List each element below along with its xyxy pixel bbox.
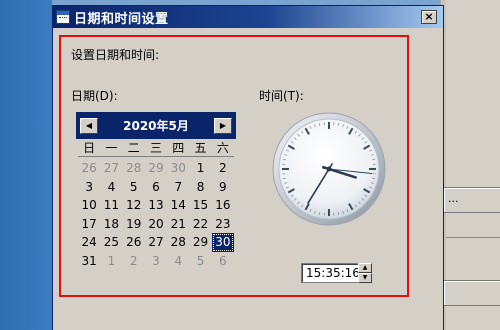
calendar-day[interactable]: 14 (167, 196, 189, 215)
group-label: 设置日期和时间: (71, 48, 160, 62)
calendar-day[interactable]: 3 (78, 178, 100, 197)
date-label: 日期(D): (71, 89, 118, 103)
weekday-label: 四 (172, 141, 185, 155)
calendar-icon (56, 10, 70, 24)
calendar-header: ◀ 2020年5月 ▶ (76, 112, 236, 139)
spin-up-button[interactable]: ▲ (358, 263, 372, 273)
calendar-day[interactable]: 12 (123, 196, 145, 215)
calendar-day[interactable]: 18 (100, 215, 122, 234)
datetime-dialog: 日期和时间设置 × 设置日期和时间: 日期(D): 时间(T): ◀ 2020年… (52, 5, 444, 330)
time-spinner[interactable]: ▲ ▼ (358, 263, 372, 283)
calendar-day[interactable]: 9 (212, 178, 234, 197)
time-label: 时间(T): (259, 89, 304, 103)
calendar-day[interactable]: 2 (123, 252, 145, 271)
calendar-day[interactable]: 23 (212, 215, 234, 234)
calendar-day[interactable]: 10 (78, 196, 100, 215)
calendar-day[interactable]: 29 (145, 159, 167, 178)
spin-down-button[interactable]: ▼ (358, 273, 372, 283)
date-time-group: 设置日期和时间: 日期(D): 时间(T): ◀ 2020年5月 ▶ 日一二三四… (59, 35, 409, 297)
calendar-day[interactable]: 16 (212, 196, 234, 215)
calendar-day[interactable]: 29 (189, 233, 211, 252)
calendar-day[interactable]: 28 (167, 233, 189, 252)
weekday-label: 二 (127, 141, 140, 155)
clock-face (272, 112, 386, 226)
calendar-day[interactable]: 5 (123, 178, 145, 197)
calendar-days: 26 27 28 29 30 1 2 3 4 5 6 7 8 9 10 11 12 13 14 15 16 17 18 19 2… (78, 159, 234, 270)
close-button[interactable]: × (421, 10, 437, 24)
calendar-day[interactable]: 27 (145, 233, 167, 252)
month-calendar[interactable]: ◀ 2020年5月 ▶ 日一二三四五六 26 27 28 29 30 1 2 3 4 5 6 7 8 9 1… (76, 112, 236, 270)
background-button[interactable] (443, 280, 500, 306)
calendar-day[interactable]: 1 (189, 159, 211, 178)
calendar-day[interactable]: 6 (212, 252, 234, 271)
calendar-day[interactable]: 20 (145, 215, 167, 234)
calendar-day[interactable]: 2 (212, 159, 234, 178)
calendar-day[interactable]: 26 (123, 233, 145, 252)
weekday-label: 一 (105, 141, 118, 155)
desktop-background (0, 0, 52, 330)
calendar-day[interactable]: 22 (189, 215, 211, 234)
calendar-day[interactable]: 25 (100, 233, 122, 252)
calendar-day[interactable]: 3 (145, 252, 167, 271)
calendar-day[interactable]: 6 (145, 178, 167, 197)
calendar-day[interactable]: 26 (78, 159, 100, 178)
weekday-label: 五 (194, 141, 207, 155)
calendar-day[interactable]: 19 (123, 215, 145, 234)
calendar-day[interactable]: 8 (189, 178, 211, 197)
calendar-day[interactable]: 24 (78, 233, 100, 252)
calendar-day[interactable]: 1 (100, 252, 122, 271)
clock-center (326, 166, 332, 172)
title-bar[interactable]: 日期和时间设置 × (53, 6, 443, 28)
calendar-day[interactable]: 13 (145, 196, 167, 215)
weekday-label: 六 (216, 141, 229, 155)
calendar-day[interactable]: 5 (189, 252, 211, 271)
prev-month-button[interactable]: ◀ (80, 117, 98, 134)
calendar-day[interactable]: 21 (167, 215, 189, 234)
calendar-day[interactable]: 27 (100, 159, 122, 178)
next-month-button[interactable]: ▶ (214, 117, 232, 134)
calendar-day[interactable]: 15 (189, 196, 211, 215)
calendar-day[interactable]: 7 (167, 178, 189, 197)
calendar-month-label[interactable]: 2020年5月 (123, 117, 189, 134)
calendar-day[interactable]: 17 (78, 215, 100, 234)
calendar-day[interactable]: 4 (100, 178, 122, 197)
background-ellipsis-button[interactable]: ... (443, 187, 500, 213)
calendar-day[interactable]: 11 (100, 196, 122, 215)
calendar-day[interactable]: 30 (167, 159, 189, 178)
calendar-day[interactable]: 30 (211, 233, 234, 252)
calendar-day[interactable]: 28 (123, 159, 145, 178)
background-divider (446, 237, 500, 238)
calendar-day[interactable]: 31 (78, 252, 100, 271)
dialog-title: 日期和时间设置 (74, 11, 169, 27)
calendar-day[interactable]: 4 (167, 252, 189, 271)
weekday-label: 三 (149, 141, 162, 155)
weekday-label: 日 (83, 141, 96, 155)
weekday-header: 日一二三四五六 (78, 139, 234, 157)
analog-clock (271, 111, 387, 227)
